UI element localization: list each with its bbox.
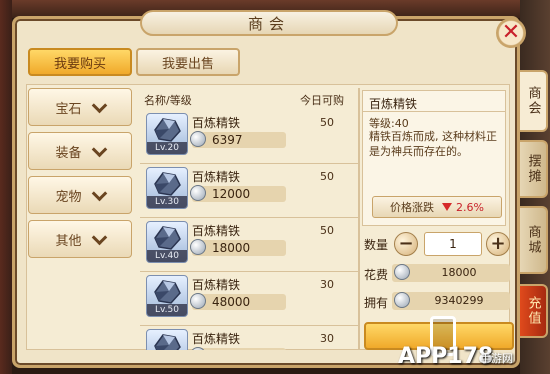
chevron-down-icon [91,141,107,157]
iron-ore-icon [146,329,188,350]
category-label: 宝石 [55,101,82,117]
silver-coin-icon [190,347,206,350]
owned-value: 9340299 [434,294,484,307]
price-bar: 12000 [190,185,286,202]
silver-coin-icon [190,293,206,309]
category-equipment[interactable]: 装备 [28,132,132,170]
chevron-down-icon [91,185,107,201]
category-other[interactable]: 其他 [28,220,132,258]
owned-label: 拥有 [364,296,389,310]
iron-ore-icon: Lv.30 [146,167,188,209]
item-daily-limit: 30 [320,332,334,345]
silver-coin-icon [190,239,206,255]
item-level: Lv.30 [147,196,187,208]
quantity-increase-button[interactable]: + [486,232,510,256]
item-price: 18000 [212,241,251,255]
item-daily-limit: 50 [320,170,334,183]
item-daily-limit: 50 [320,224,334,237]
header-daily-limit: 今日可购 [300,94,344,107]
quantity-decrease-button[interactable]: − [394,232,418,256]
trend-label: 价格涨跌 [390,201,435,214]
iron-ore-icon: Lv.50 [146,275,188,317]
item-name: 百炼精铁 [192,224,241,238]
watermark-logo: APP178 [398,344,494,369]
arrow-down-icon [442,203,453,211]
list-item[interactable]: Lv.40 百炼精铁 50 18000 [140,218,358,272]
window-title: 商会 [247,14,290,33]
title-bar: 商会 [140,10,398,36]
cost-value: 18000 [441,266,477,279]
category-pet[interactable]: 宠物 [28,176,132,214]
column-divider [358,88,360,350]
iron-ore-icon: Lv.40 [146,221,188,263]
trend-value: 2.6% [456,200,484,214]
item-price: 12000 [212,187,251,201]
category-label: 其他 [55,233,82,249]
list-item[interactable]: Lv.50 百炼精铁 30 48000 [140,272,358,326]
list-item[interactable]: Lv.30 百炼精铁 50 12000 [140,164,358,218]
category-label: 装备 [55,145,82,161]
list-item[interactable]: Lv.20 百炼精铁 50 6397 [140,110,358,164]
tab-sell[interactable]: 我要出售 [136,48,240,76]
side-tab-mall[interactable]: 商城 [520,206,548,274]
price-bar [190,347,286,350]
quantity-label: 数量 [364,238,389,252]
item-level: Lv.50 [147,304,187,316]
item-list[interactable]: Lv.20 百炼精铁 50 6397 Lv.30 百炼精铁 50 12000 L… [140,110,358,350]
item-name: 百炼精铁 [192,116,241,130]
price-bar: 18000 [190,239,286,256]
silver-coin-icon [190,185,206,201]
header-name-level: 名称/等级 [144,94,192,107]
side-tab-commerce[interactable]: 商会 [520,70,548,132]
tab-buy[interactable]: 我要购买 [28,48,132,76]
item-name: 百炼精铁 [192,170,241,184]
owned-bar: 9340299 [392,292,510,310]
detail-divider [363,111,505,112]
category-gem[interactable]: 宝石 [28,88,132,126]
quantity-input[interactable] [424,232,482,256]
chevron-down-icon [91,97,107,113]
price-bar: 48000 [190,293,286,310]
chevron-down-icon [91,229,107,245]
cost-label: 花费 [364,268,389,282]
price-bar: 6397 [190,131,286,148]
left-border-decor [0,0,12,374]
price-trend-button[interactable]: 价格涨跌 2.6% [372,196,502,218]
side-tab-recharge[interactable]: 充值 [520,284,548,338]
item-daily-limit: 30 [320,278,334,291]
item-name: 百炼精铁 [192,332,241,346]
detail-title: 百炼精铁 [369,97,418,111]
item-daily-limit: 50 [320,116,334,129]
iron-ore-icon: Lv.20 [146,113,188,155]
category-label: 宠物 [55,189,82,205]
list-header: 名称/等级 今日可购 [144,92,354,108]
silver-coin-icon [394,264,410,280]
watermark-subtitle: 手游网 [480,352,513,365]
silver-coin-icon [394,292,410,308]
item-name: 百炼精铁 [192,278,241,292]
detail-description: 精铁百炼而成, 这种材料正是为神兵而存在的。 [369,130,497,158]
side-tab-stall[interactable]: 摆摊 [520,140,548,198]
silver-coin-icon [190,131,206,147]
list-item[interactable]: 百炼精铁 30 [140,326,358,350]
item-level: Lv.20 [147,142,187,154]
item-price: 6397 [212,133,243,147]
close-button[interactable]: ✕ [496,18,526,48]
item-level: Lv.40 [147,250,187,262]
close-icon: ✕ [501,20,521,45]
item-price: 48000 [212,295,251,309]
cost-bar: 18000 [392,264,510,282]
